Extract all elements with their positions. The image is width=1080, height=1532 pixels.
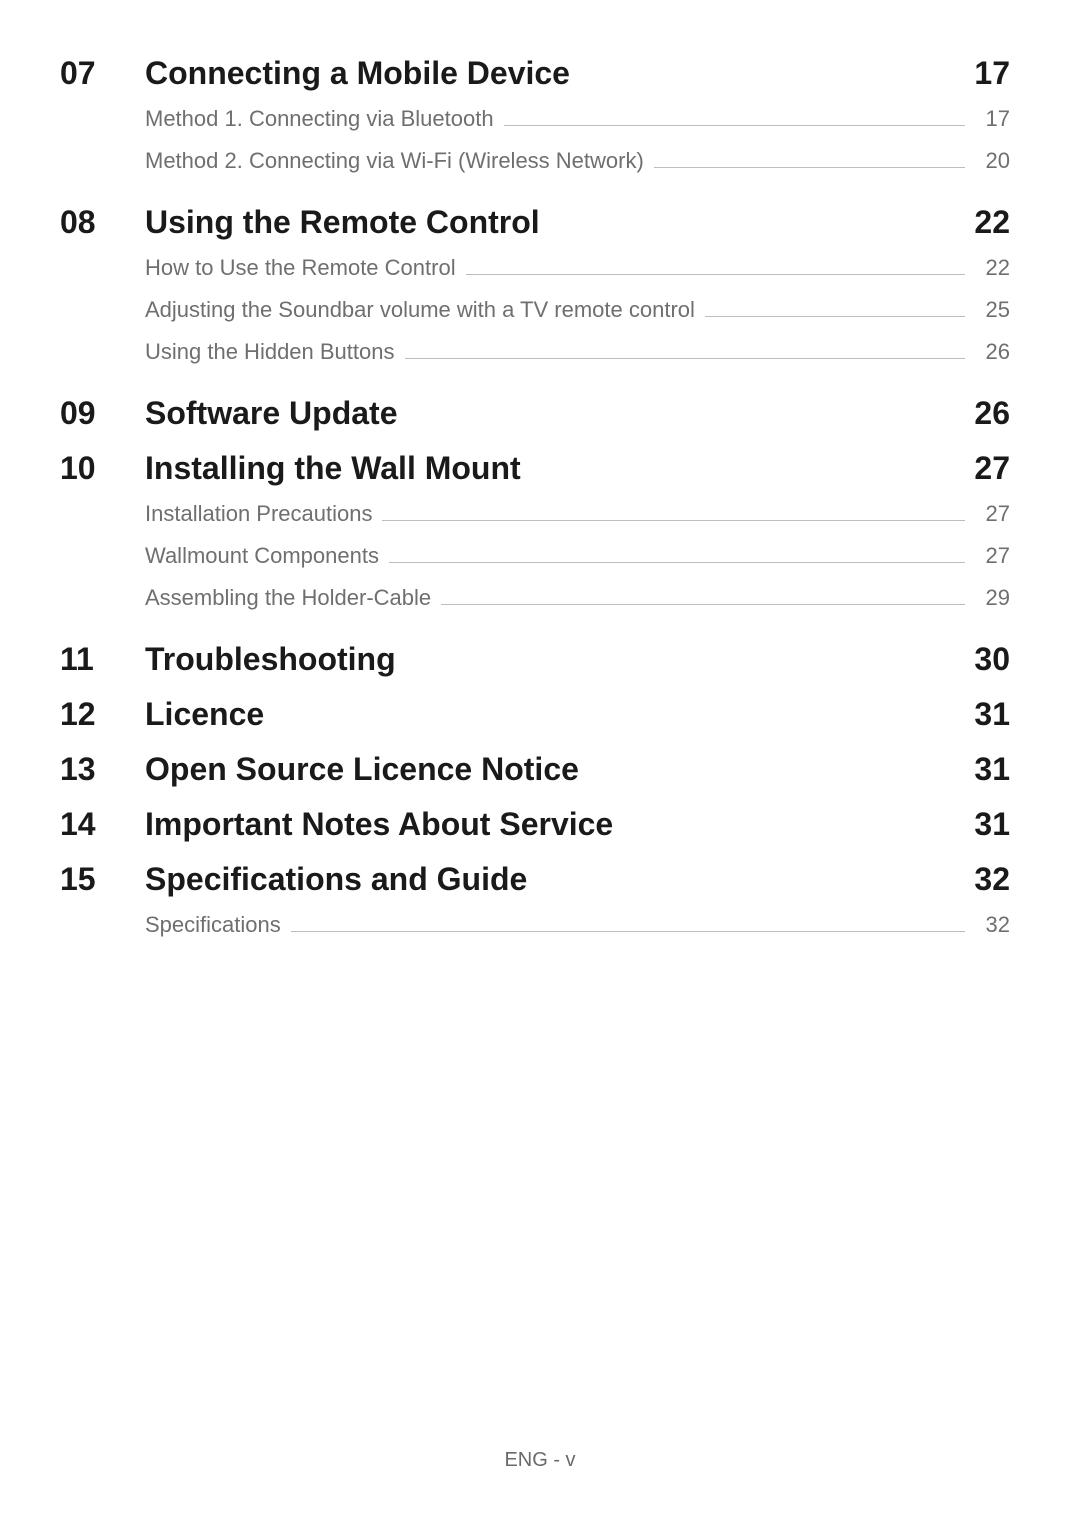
toc-section-group: 11Troubleshooting30 — [60, 641, 1010, 678]
section-title: Licence — [145, 696, 950, 733]
toc-section-group: 12Licence31 — [60, 696, 1010, 733]
toc-section-heading[interactable]: 13Open Source Licence Notice31 — [60, 751, 1010, 788]
toc-section-heading[interactable]: 15Specifications and Guide32 — [60, 861, 1010, 898]
toc-subitem[interactable]: Method 2. Connecting via Wi-Fi (Wireless… — [60, 148, 1010, 174]
toc-section-heading[interactable]: 14Important Notes About Service31 — [60, 806, 1010, 843]
toc-section-group: 08Using the Remote Control22How to Use t… — [60, 204, 1010, 365]
leader-line — [389, 562, 965, 563]
subitem-page-number: 29 — [975, 585, 1010, 611]
toc-subitem[interactable]: Assembling the Holder-Cable 29 — [60, 585, 1010, 611]
section-number: 09 — [60, 395, 145, 432]
toc-section-group: 09Software Update26 — [60, 395, 1010, 432]
section-title: Software Update — [145, 395, 950, 432]
leader-line — [382, 520, 965, 521]
section-page-number: 32 — [950, 861, 1010, 898]
table-of-contents: 07Connecting a Mobile Device17Method 1. … — [60, 55, 1010, 938]
subitem-page-number: 17 — [975, 106, 1010, 132]
subitem-page-number: 32 — [975, 912, 1010, 938]
toc-subitem[interactable]: Using the Hidden Buttons 26 — [60, 339, 1010, 365]
leader-line — [441, 604, 965, 605]
toc-subitem[interactable]: Adjusting the Soundbar volume with a TV … — [60, 297, 1010, 323]
subitem-page-number: 25 — [975, 297, 1010, 323]
toc-subitem[interactable]: How to Use the Remote Control 22 — [60, 255, 1010, 281]
section-page-number: 17 — [950, 55, 1010, 92]
subitem-title: Adjusting the Soundbar volume with a TV … — [145, 297, 695, 323]
subitem-page-number: 26 — [975, 339, 1010, 365]
section-number: 13 — [60, 751, 145, 788]
subitem-title: Wallmount Components — [145, 543, 379, 569]
toc-section-heading[interactable]: 11Troubleshooting30 — [60, 641, 1010, 678]
toc-section-group: 14Important Notes About Service31 — [60, 806, 1010, 843]
leader-line — [291, 931, 965, 932]
toc-subitem[interactable]: Installation Precautions 27 — [60, 501, 1010, 527]
section-title: Connecting a Mobile Device — [145, 55, 950, 92]
section-title: Installing the Wall Mount — [145, 450, 950, 487]
toc-subitem[interactable]: Specifications 32 — [60, 912, 1010, 938]
toc-subitem[interactable]: Method 1. Connecting via Bluetooth 17 — [60, 106, 1010, 132]
page-footer: ENG - v — [0, 1449, 1080, 1472]
toc-section-heading[interactable]: 09Software Update26 — [60, 395, 1010, 432]
toc-section-group: 15Specifications and Guide32Specificatio… — [60, 861, 1010, 938]
subitem-page-number: 27 — [975, 543, 1010, 569]
leader-line — [654, 167, 965, 168]
leader-line — [705, 316, 965, 317]
subitem-page-number: 22 — [975, 255, 1010, 281]
section-page-number: 31 — [950, 696, 1010, 733]
subitem-title: Method 2. Connecting via Wi-Fi (Wireless… — [145, 148, 644, 174]
subitem-title: Specifications — [145, 912, 281, 938]
section-title: Open Source Licence Notice — [145, 751, 950, 788]
section-title: Troubleshooting — [145, 641, 950, 678]
toc-section-heading[interactable]: 07Connecting a Mobile Device17 — [60, 55, 1010, 92]
subitem-title: Installation Precautions — [145, 501, 372, 527]
subitem-title: Assembling the Holder-Cable — [145, 585, 431, 611]
leader-line — [405, 358, 966, 359]
section-number: 07 — [60, 55, 145, 92]
section-number: 10 — [60, 450, 145, 487]
section-page-number: 27 — [950, 450, 1010, 487]
section-number: 15 — [60, 861, 145, 898]
subitem-title: Using the Hidden Buttons — [145, 339, 395, 365]
leader-line — [504, 125, 965, 126]
section-page-number: 31 — [950, 806, 1010, 843]
toc-subitem[interactable]: Wallmount Components 27 — [60, 543, 1010, 569]
section-page-number: 30 — [950, 641, 1010, 678]
subitem-title: Method 1. Connecting via Bluetooth — [145, 106, 494, 132]
section-title: Using the Remote Control — [145, 204, 950, 241]
section-page-number: 22 — [950, 204, 1010, 241]
toc-section-heading[interactable]: 08Using the Remote Control22 — [60, 204, 1010, 241]
subitem-title: How to Use the Remote Control — [145, 255, 456, 281]
toc-section-group: 13Open Source Licence Notice31 — [60, 751, 1010, 788]
toc-section-group: 07Connecting a Mobile Device17Method 1. … — [60, 55, 1010, 174]
section-number: 12 — [60, 696, 145, 733]
section-title: Important Notes About Service — [145, 806, 950, 843]
subitem-page-number: 20 — [975, 148, 1010, 174]
subitem-page-number: 27 — [975, 501, 1010, 527]
section-number: 14 — [60, 806, 145, 843]
section-number: 08 — [60, 204, 145, 241]
section-number: 11 — [60, 641, 145, 678]
leader-line — [466, 274, 965, 275]
toc-section-heading[interactable]: 12Licence31 — [60, 696, 1010, 733]
toc-section-heading[interactable]: 10Installing the Wall Mount27 — [60, 450, 1010, 487]
section-title: Specifications and Guide — [145, 861, 950, 898]
section-page-number: 26 — [950, 395, 1010, 432]
section-page-number: 31 — [950, 751, 1010, 788]
toc-section-group: 10Installing the Wall Mount27Installatio… — [60, 450, 1010, 611]
